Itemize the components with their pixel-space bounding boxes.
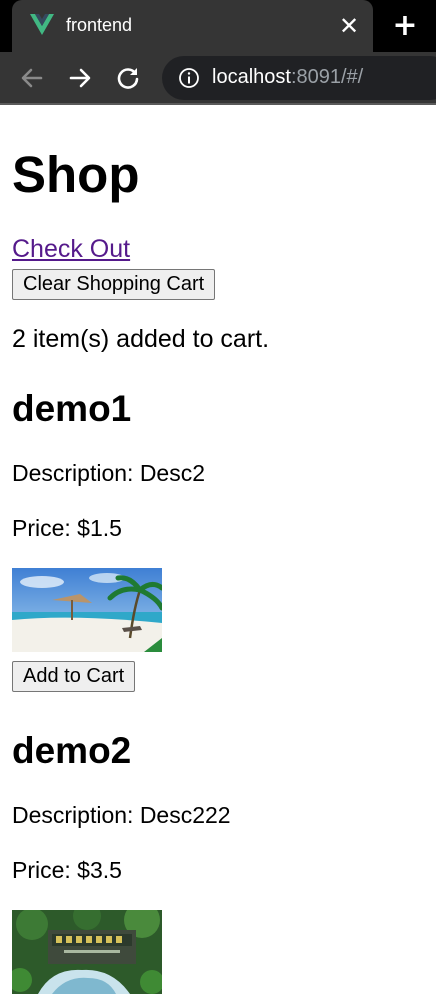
browser-tabstrip: frontend ✕ + bbox=[0, 0, 436, 52]
clear-cart-button[interactable]: Clear Shopping Cart bbox=[12, 269, 216, 300]
tab-title: frontend bbox=[66, 15, 133, 35]
product-description: Description: Desc222 bbox=[12, 802, 231, 828]
reload-icon[interactable] bbox=[114, 64, 142, 92]
product-image bbox=[12, 910, 162, 994]
url-host: localhost bbox=[212, 66, 291, 88]
close-tab-icon[interactable]: ✕ bbox=[337, 14, 361, 38]
checkout-link[interactable]: Check Out bbox=[12, 235, 130, 264]
product-name: demo2 bbox=[12, 730, 132, 771]
product-price: Price: $3.5 bbox=[12, 857, 122, 883]
browser-toolbar: localhost:8091/#/ bbox=[0, 52, 436, 105]
cart-status-text: 2 item(s) added to cart. bbox=[12, 325, 270, 353]
add-to-cart-button[interactable]: Add to Cart bbox=[12, 661, 136, 692]
browser-tab[interactable]: frontend ✕ bbox=[12, 0, 373, 52]
page-title: Shop bbox=[12, 146, 140, 203]
address-bar[interactable]: localhost:8091/#/ bbox=[162, 56, 436, 100]
product-image bbox=[12, 568, 162, 652]
vue-logo-icon bbox=[30, 14, 54, 35]
beach-image-icon bbox=[12, 568, 162, 652]
info-icon[interactable] bbox=[178, 67, 200, 89]
url-text: localhost:8091/#/ bbox=[212, 66, 363, 89]
url-path: :8091/#/ bbox=[290, 66, 364, 88]
product-description: Description: Desc2 bbox=[12, 460, 206, 486]
back-arrow-icon[interactable] bbox=[18, 64, 46, 92]
new-tab-icon[interactable]: + bbox=[391, 11, 419, 41]
forward-arrow-icon[interactable] bbox=[66, 64, 94, 92]
park-sign-image-icon bbox=[12, 910, 162, 994]
product-name: demo1 bbox=[12, 388, 132, 429]
product-price: Price: $1.5 bbox=[12, 515, 122, 541]
